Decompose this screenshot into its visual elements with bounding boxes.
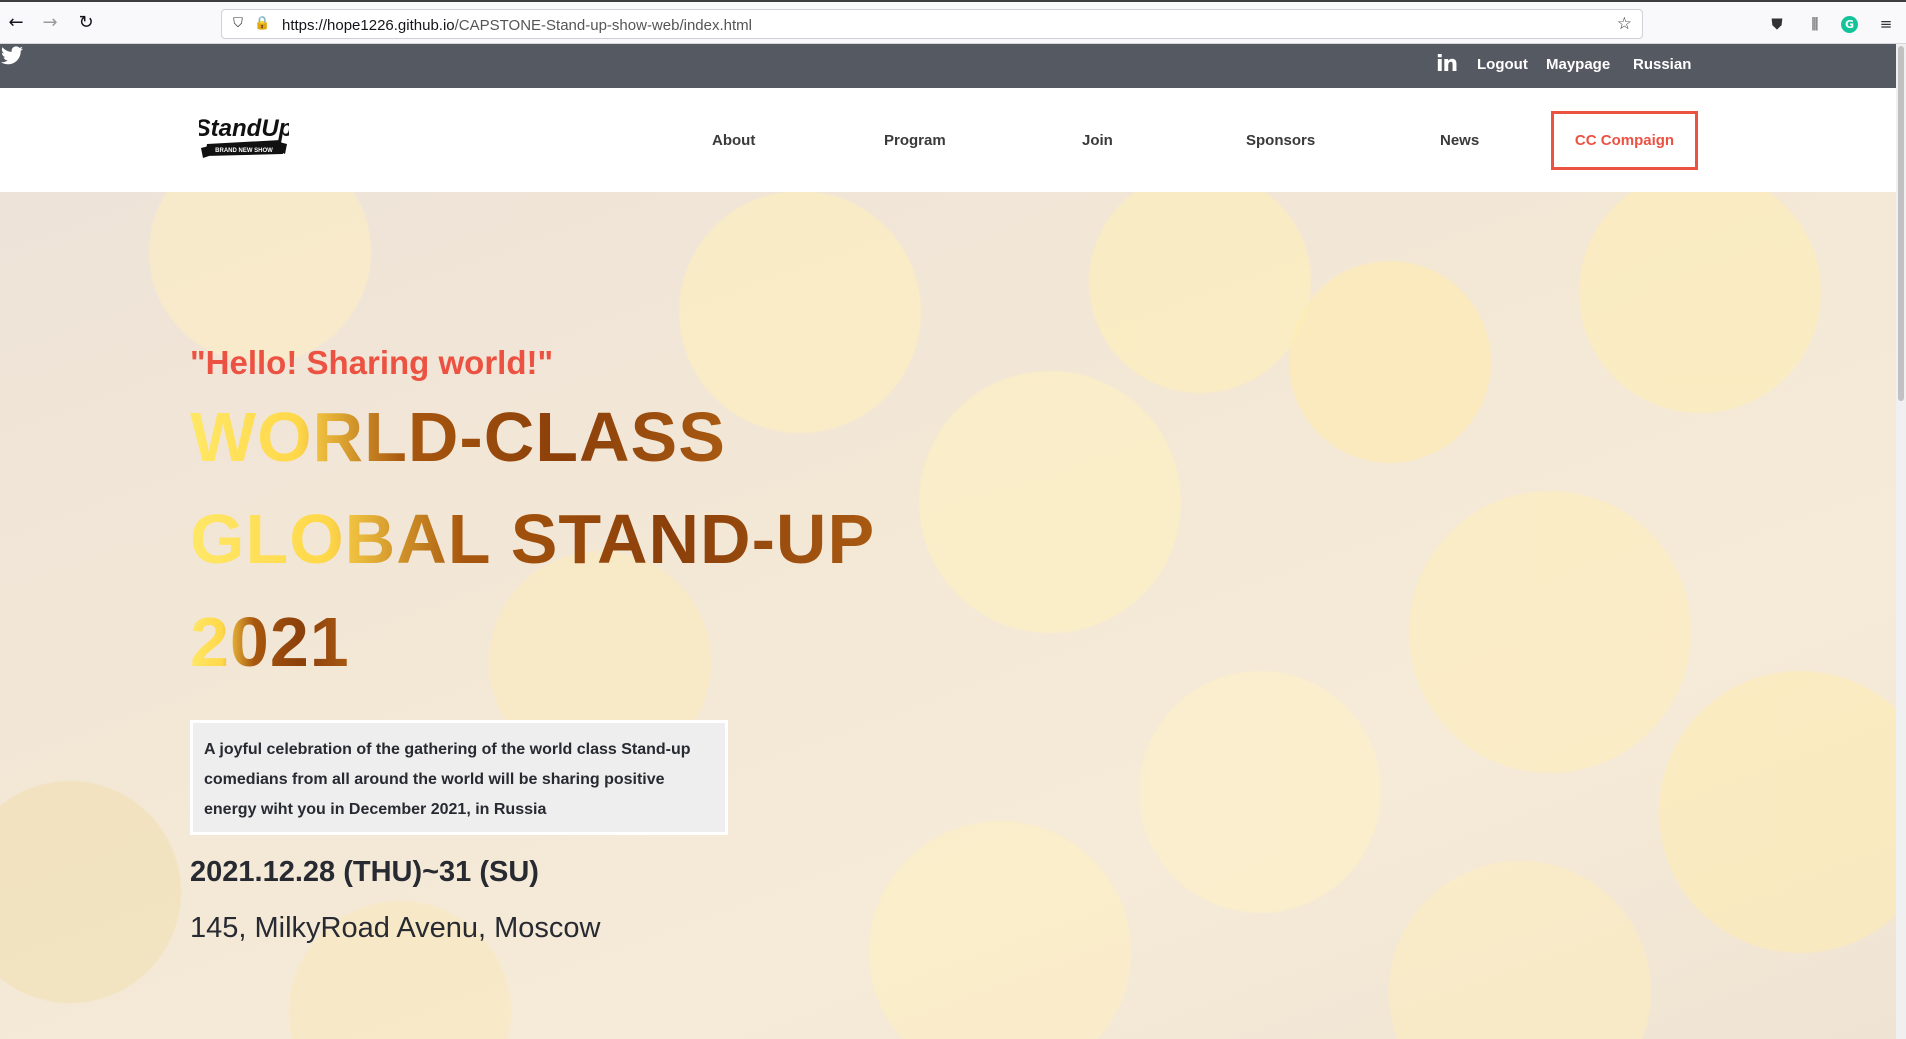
hero-headline-line-3: 2021 [190, 603, 350, 681]
pocket-icon[interactable]: ⛊ [1767, 14, 1787, 34]
mypage-link[interactable]: Maypage [1546, 56, 1610, 73]
hamburger-menu-icon[interactable]: ≡ [1876, 14, 1896, 34]
browser-toolbar: ← → ↻ ⛉ 🔒 https://hope1226.github.io/CAP… [0, 0, 1906, 44]
nav-join[interactable]: Join [1082, 132, 1113, 149]
cc-campaign-button[interactable]: CC Compaign [1551, 111, 1698, 170]
reload-icon[interactable]: ↻ [76, 13, 96, 33]
logo-text: StandUp [199, 115, 289, 142]
bookmark-star-icon[interactable]: ☆ [1617, 14, 1632, 34]
back-arrow-icon[interactable]: ← [6, 13, 26, 33]
logout-link[interactable]: Logout [1477, 56, 1528, 73]
page-scrollbar[interactable] [1896, 44, 1906, 1039]
linkedin-icon[interactable]: in [1436, 52, 1458, 77]
nav-sponsors[interactable]: Sponsors [1246, 132, 1315, 149]
logo-subtext: BRAND NEW SHOW [215, 148, 273, 154]
forward-arrow-icon[interactable]: → [40, 13, 60, 33]
url-text[interactable]: https://hope1226.github.io/CAPSTONE-Stan… [282, 17, 752, 34]
hero-tagline: "Hello! Sharing world!" [190, 344, 554, 381]
grammarly-icon[interactable]: G [1841, 16, 1858, 33]
nav-program[interactable]: Program [884, 132, 946, 149]
event-date: 2021.12.28 (THU)~31 (SU) [190, 856, 539, 888]
twitter-icon[interactable] [0, 44, 24, 68]
standup-logo[interactable]: StandUp BRAND NEW SHOW [199, 110, 289, 162]
scrollbar-thumb[interactable] [1898, 46, 1904, 401]
nav-news[interactable]: News [1440, 132, 1479, 149]
main-header: StandUp BRAND NEW SHOW About Program Joi… [0, 88, 1896, 192]
top-bar: in Logout Maypage Russian [0, 44, 1896, 88]
lock-icon[interactable]: 🔒 [254, 16, 270, 32]
event-location: 145, MilkyRoad Avenu, Moscow [190, 912, 601, 944]
hero-description: A joyful celebration of the gathering of… [190, 720, 728, 835]
hero-headline-line-1: WORLD-CLASS [190, 398, 726, 476]
shield-icon[interactable]: ⛉ [230, 16, 246, 32]
hero-headline-line-2: GLOBAL STAND-UP [190, 500, 876, 578]
nav-about[interactable]: About [712, 132, 755, 149]
language-link[interactable]: Russian [1633, 56, 1691, 73]
hero-section: "Hello! Sharing world!" WORLD-CLASS GLOB… [0, 192, 1896, 1039]
url-bar[interactable]: ⛉ 🔒 https://hope1226.github.io/CAPSTONE-… [221, 9, 1643, 39]
library-icon[interactable]: ⫼ [1805, 14, 1825, 34]
